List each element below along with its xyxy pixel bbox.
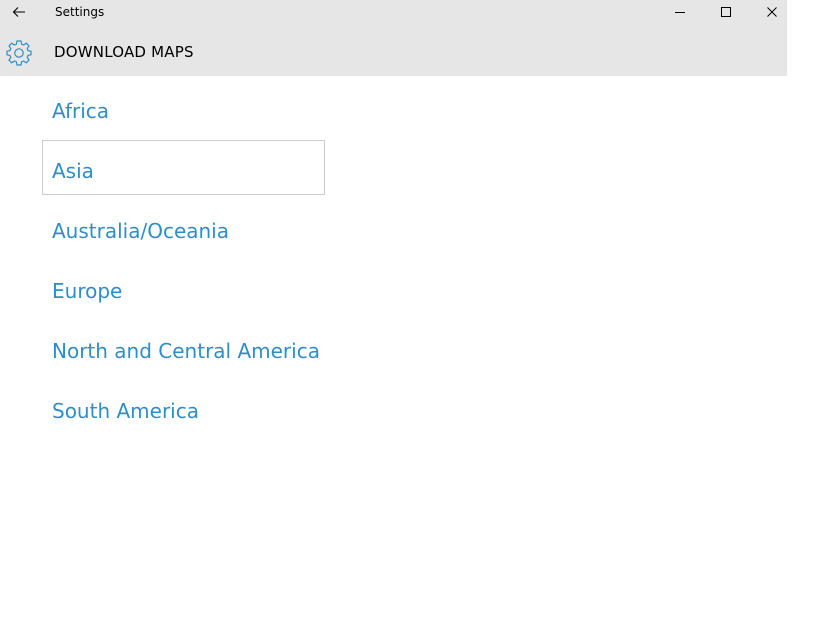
title-bar: Settings: [0, 0, 787, 24]
page-header: DOWNLOAD MAPS: [0, 24, 787, 76]
region-item-europe[interactable]: Europe: [42, 260, 325, 315]
page-title: DOWNLOAD MAPS: [54, 43, 194, 61]
region-label: Africa: [52, 99, 110, 123]
region-label: South America: [52, 399, 199, 423]
close-icon: [767, 7, 777, 17]
region-label: Europe: [52, 279, 123, 303]
arrow-left-icon: [12, 7, 25, 17]
gear-icon: [6, 40, 32, 66]
app-title: Settings: [55, 5, 105, 19]
region-label: Asia: [52, 159, 94, 183]
minimize-icon: [675, 12, 685, 13]
region-item-africa[interactable]: Africa: [42, 80, 325, 135]
region-list: Africa Asia Australia/Oceania Europe Nor…: [42, 80, 342, 440]
close-button[interactable]: [749, 0, 795, 24]
region-item-south-america[interactable]: South America: [42, 380, 325, 435]
maximize-button[interactable]: [703, 0, 749, 24]
region-item-australia-oceania[interactable]: Australia/Oceania: [42, 200, 325, 255]
back-button[interactable]: [0, 0, 38, 24]
region-item-north-central-america[interactable]: North and Central America: [42, 320, 325, 375]
settings-window: Settings DOWNLOAD MAPS Africa Asia Austr…: [0, 0, 787, 621]
maximize-icon: [721, 7, 731, 17]
region-item-asia[interactable]: Asia: [42, 140, 325, 195]
minimize-button[interactable]: [657, 0, 703, 24]
region-label: North and Central America: [52, 339, 320, 363]
region-label: Australia/Oceania: [52, 219, 229, 243]
